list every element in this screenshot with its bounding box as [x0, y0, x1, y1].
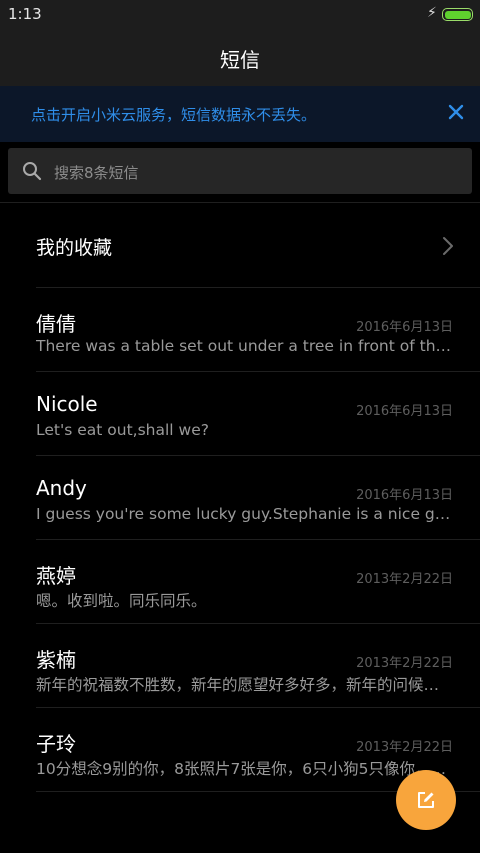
conversation-item[interactable]: 紫楠 2013年2月22日 新年的祝福数不胜数，新年的愿望好多好多，新年的问候也… — [0, 624, 480, 708]
message-date: 2016年6月13日 — [356, 320, 453, 335]
contact-name: 倩倩 — [36, 312, 76, 336]
close-icon[interactable] — [446, 102, 466, 122]
status-time: 1:13 — [8, 5, 42, 23]
battery-icon — [442, 8, 473, 21]
message-date: 2016年6月13日 — [356, 404, 453, 419]
contact-name: Nicole — [36, 392, 98, 416]
app-header: 短信 — [0, 28, 480, 86]
search-icon — [23, 162, 42, 181]
contact-name: 子玲 — [36, 732, 76, 756]
message-preview: 10分想念9别的你，8张照片7张是你，6只小狗5只像你，4个季节 — [36, 760, 454, 778]
compose-icon — [418, 792, 434, 808]
message-preview: 嗯。收到啦。同乐同乐。 — [36, 592, 207, 610]
chevron-right-icon — [443, 237, 453, 255]
message-preview: I guess you're some lucky guy.Stephanie … — [36, 505, 454, 523]
message-preview: There was a table set out under a tree i… — [36, 337, 454, 355]
banner-text[interactable]: 点击开启小米云服务，短信数据永不丢失。 — [31, 104, 316, 125]
message-date: 2013年2月22日 — [356, 740, 453, 755]
page-title: 短信 — [220, 48, 260, 72]
message-date: 2016年6月13日 — [356, 488, 453, 503]
conversation-item[interactable]: 倩倩 2016年6月13日 There was a table set out … — [0, 288, 480, 372]
compose-button[interactable] — [396, 770, 456, 830]
message-date: 2013年2月22日 — [356, 572, 453, 587]
message-date: 2013年2月22日 — [356, 656, 453, 671]
search-input[interactable]: 搜索8条短信 — [8, 148, 472, 194]
search-placeholder: 搜索8条短信 — [54, 164, 139, 182]
contact-name: 紫楠 — [36, 648, 76, 672]
favorites-row[interactable]: 我的收藏 — [0, 203, 480, 287]
message-preview: 新年的祝福数不胜数，新年的愿望好多好多，新年的问候也有很多 — [36, 676, 454, 694]
contact-name: Andy — [36, 476, 87, 500]
conversation-item[interactable]: Nicole 2016年6月13日 Let's eat out,shall we… — [0, 372, 480, 456]
message-preview: Let's eat out,shall we? — [36, 421, 209, 439]
cloud-service-banner[interactable]: 点击开启小米云服务，短信数据永不丢失。 — [0, 86, 480, 142]
favorites-label: 我的收藏 — [36, 237, 113, 259]
conversation-item[interactable]: 燕婷 2013年2月22日 嗯。收到啦。同乐同乐。 — [0, 540, 480, 624]
status-bar: 1:13 ⚡ — [0, 0, 480, 28]
contact-name: 燕婷 — [36, 564, 76, 588]
charging-bolt-icon: ⚡ — [427, 5, 437, 21]
conversation-item[interactable]: Andy 2016年6月13日 I guess you're some luck… — [0, 456, 480, 540]
